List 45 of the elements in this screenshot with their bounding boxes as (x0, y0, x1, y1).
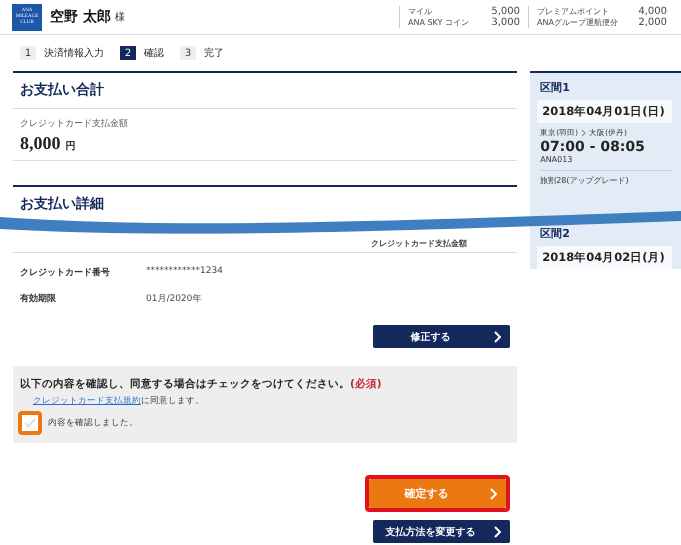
step-number: 1 (20, 46, 36, 60)
balance-label: ANA SKY コイン (408, 17, 469, 28)
field-label: クレジットカード番号 (20, 266, 111, 279)
change-payment-button[interactable]: 支払方法を変更する (373, 520, 510, 543)
segment-title: 区間1 (540, 80, 571, 95)
balance-label: ANAグループ運航便分 (537, 17, 618, 28)
balance-value: 3,000 (491, 17, 520, 28)
amount-label: クレジットカード支払金額 (20, 118, 129, 130)
segment-title: 区間2 (540, 226, 571, 241)
check-icon (23, 417, 37, 429)
step-label: 完了 (204, 46, 224, 60)
checkbox[interactable] (20, 413, 40, 433)
balance-label: マイル (408, 6, 432, 17)
section-title: お支払い詳細 (19, 195, 105, 214)
fare-type: 旅割28(アップグレード) (540, 175, 630, 186)
step-number: 3 (180, 46, 196, 60)
balance-value: 2,000 (638, 17, 667, 28)
balance-label: プレミアムポイント (537, 6, 609, 17)
step-number: 2 (120, 46, 136, 60)
section-title: お支払い合計 (13, 73, 518, 109)
terms-text: クレジットカード支払規約に同意します。 (33, 395, 205, 407)
balance-value: 4,000 (638, 6, 667, 17)
segment-date: 2018年04月01日(日) (537, 100, 672, 123)
chevron-icon (493, 330, 502, 342)
field-value: 01月/2020年 (146, 292, 202, 305)
chevron-icon (493, 526, 502, 538)
segment-date: 2018年04月02日(月) (537, 246, 672, 269)
edit-button[interactable]: 修正する (373, 325, 510, 348)
chevron-icon (581, 129, 586, 137)
field-value: ************1234 (146, 266, 223, 278)
step-label: 確認 (144, 46, 164, 60)
amount-unit: 円 (66, 140, 76, 153)
flight-number: ANA013 (540, 155, 672, 171)
step-label: 決済情報入力 (44, 46, 104, 60)
user-name: 空野 太郎 (50, 8, 111, 26)
balance-value: 5,000 (491, 6, 520, 17)
checkbox-label: 内容を確認しました。 (48, 417, 138, 429)
terms-link[interactable]: クレジットカード支払規約 (33, 396, 141, 406)
flight-time: 07:00 - 08:05 (540, 139, 646, 155)
chevron-icon (489, 488, 498, 500)
field-label: 有効期限 (20, 292, 57, 305)
amount-value: 8,000 (20, 133, 60, 154)
honorific: 様 (114, 10, 125, 24)
agreement-text: 以下の内容を確認し、同意する場合はチェックをつけてください。(必須) (20, 377, 383, 391)
column-header: クレジットカード支払金額 (371, 238, 467, 249)
